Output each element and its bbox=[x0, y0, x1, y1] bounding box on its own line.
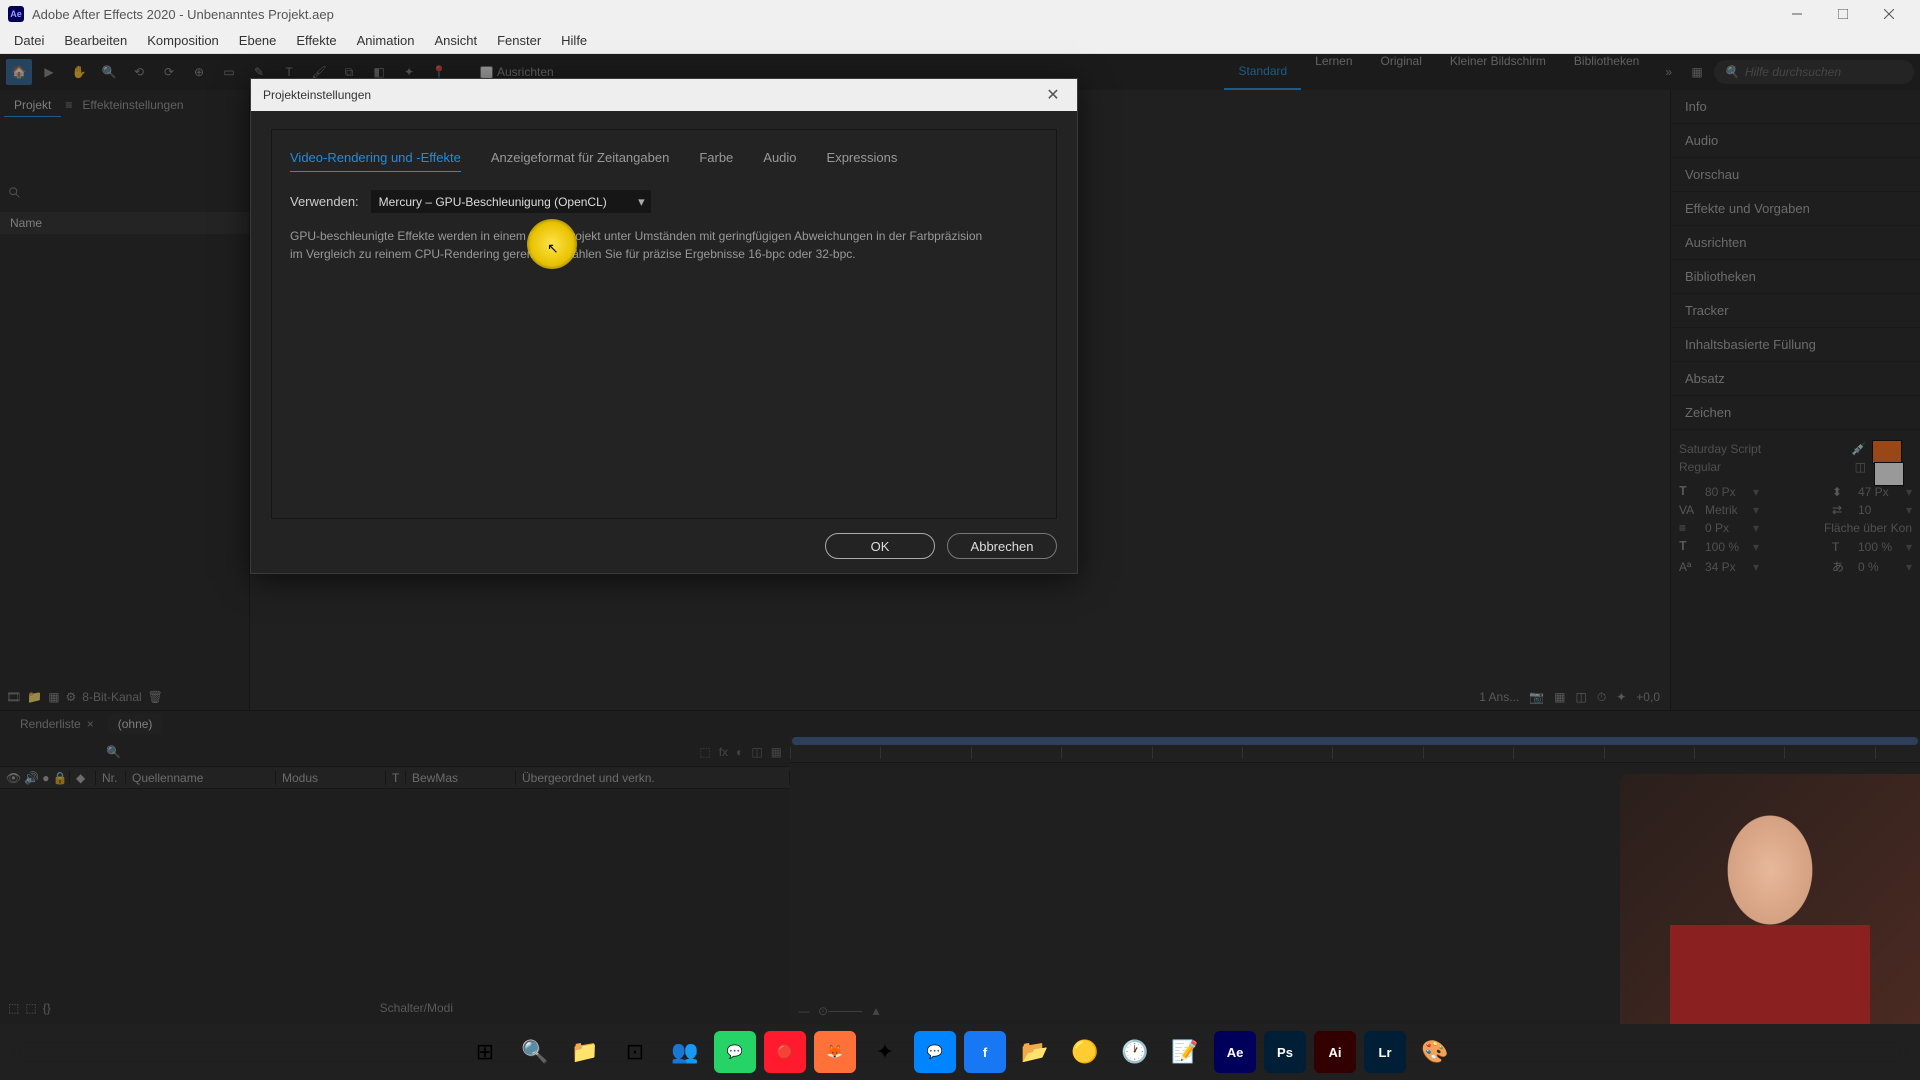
cancel-button[interactable]: Abbrechen bbox=[947, 533, 1057, 559]
webcam-overlay bbox=[1620, 774, 1920, 1024]
dialog-close-button[interactable]: ✕ bbox=[1041, 83, 1065, 107]
taskbar-teams[interactable]: 👥 bbox=[664, 1031, 706, 1073]
taskbar-windows[interactable]: ⊞ bbox=[464, 1031, 506, 1073]
taskbar-taskview[interactable]: ⊡ bbox=[614, 1031, 656, 1073]
taskbar-opera[interactable]: 🔴 bbox=[764, 1031, 806, 1073]
dialog-tab-2[interactable]: Farbe bbox=[699, 144, 733, 172]
taskbar-notes[interactable]: 📝 bbox=[1164, 1031, 1206, 1073]
taskbar-firefox[interactable]: 🦊 bbox=[814, 1031, 856, 1073]
windows-taskbar: ⊞🔍📁⊡👥💬🔴🦊✦💬f📂🟡🕐📝AePsAiLr🎨 bbox=[0, 1024, 1920, 1080]
cursor-icon: ↖ bbox=[547, 240, 559, 257]
taskbar-ae[interactable]: Ae bbox=[1214, 1031, 1256, 1073]
taskbar-files[interactable]: 📂 bbox=[1014, 1031, 1056, 1073]
dialog-tab-1[interactable]: Anzeigeformat für Zeitangaben bbox=[491, 144, 670, 172]
taskbar-facebook[interactable]: f bbox=[964, 1031, 1006, 1073]
project-settings-dialog: Projekteinstellungen ✕ Video-Rendering u… bbox=[250, 78, 1078, 574]
taskbar-explorer[interactable]: 📁 bbox=[564, 1031, 606, 1073]
taskbar-messenger[interactable]: 💬 bbox=[914, 1031, 956, 1073]
dialog-tab-0[interactable]: Video-Rendering und -Effekte bbox=[290, 144, 461, 172]
taskbar-lr[interactable]: Lr bbox=[1364, 1031, 1406, 1073]
renderer-label: Verwenden: bbox=[290, 194, 359, 209]
taskbar-ps[interactable]: Ps bbox=[1264, 1031, 1306, 1073]
taskbar-app1[interactable]: ✦ bbox=[864, 1031, 906, 1073]
taskbar-search[interactable]: 🔍 bbox=[514, 1031, 556, 1073]
taskbar-app2[interactable]: 🟡 bbox=[1064, 1031, 1106, 1073]
renderer-note: GPU-beschleunigte Effekte werden in eine… bbox=[290, 227, 990, 263]
taskbar-ai[interactable]: Ai bbox=[1314, 1031, 1356, 1073]
taskbar-whatsapp[interactable]: 💬 bbox=[714, 1031, 756, 1073]
ok-button[interactable]: OK bbox=[825, 533, 935, 559]
renderer-select[interactable]: Mercury – GPU-Beschleunigung (OpenCL) bbox=[371, 190, 651, 213]
dialog-tab-3[interactable]: Audio bbox=[763, 144, 796, 172]
taskbar-app3[interactable]: 🎨 bbox=[1414, 1031, 1456, 1073]
dialog-tab-4[interactable]: Expressions bbox=[827, 144, 898, 172]
dialog-title: Projekteinstellungen bbox=[263, 88, 371, 102]
taskbar-clock[interactable]: 🕐 bbox=[1114, 1031, 1156, 1073]
